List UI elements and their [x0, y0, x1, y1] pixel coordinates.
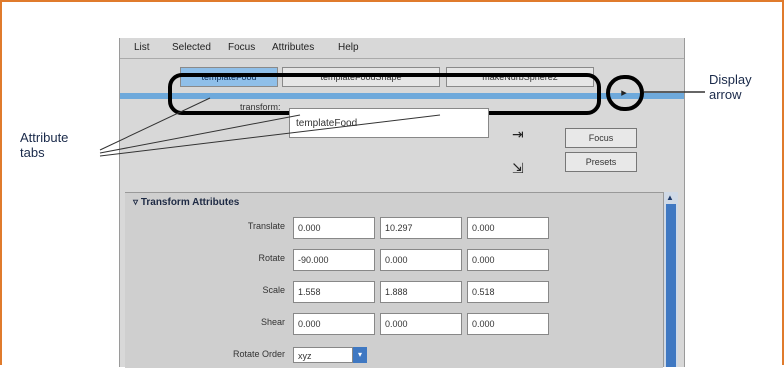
- callout-attribute-tabs: Attribute tabs: [20, 130, 68, 160]
- callout-text: Display: [709, 72, 752, 87]
- callout-text: Attribute: [20, 130, 69, 145]
- callout-display-arrow: Display arrow: [709, 72, 752, 102]
- callout-lines: [99, 91, 705, 157]
- callout-line: [99, 114, 301, 154]
- callout-text: tabs: [20, 145, 45, 160]
- callout-text: arrow: [709, 87, 742, 102]
